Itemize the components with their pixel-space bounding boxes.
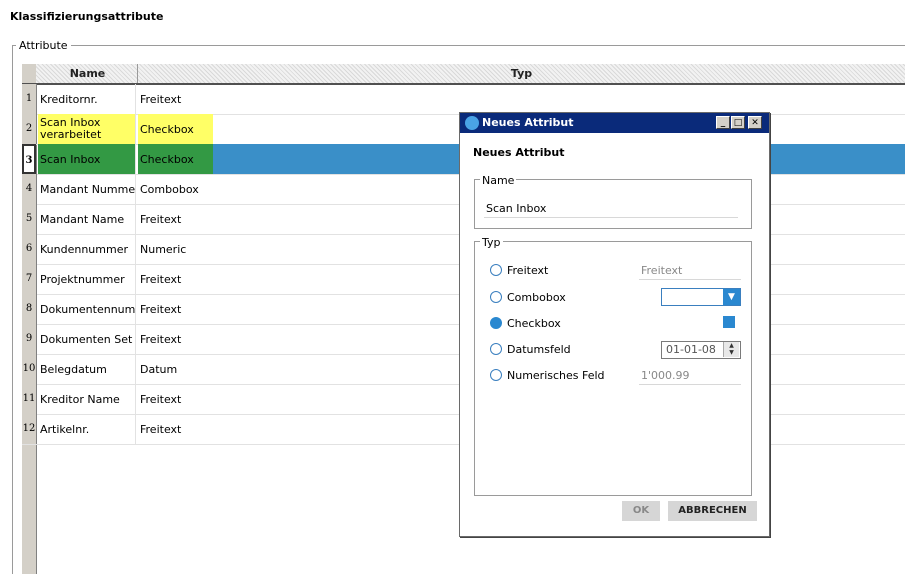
row-name: Scan Inbox verarbeitet bbox=[38, 114, 136, 144]
row-number: 6 bbox=[22, 234, 37, 264]
table-row[interactable]: 1 Kreditornr. Freitext bbox=[22, 84, 905, 115]
row-type: Datum bbox=[140, 362, 178, 376]
row-type: Combobox bbox=[140, 182, 199, 196]
preview-underline bbox=[639, 279, 741, 280]
close-icon[interactable]: ✕ bbox=[748, 116, 762, 129]
preview-underline bbox=[639, 384, 741, 385]
row-name: Belegdatum bbox=[38, 354, 136, 384]
ok-button[interactable]: OK bbox=[622, 501, 660, 521]
dialog-heading: Neues Attribut bbox=[473, 146, 565, 159]
checkbox-preview[interactable] bbox=[723, 316, 735, 328]
row-name: Mandant Nummer bbox=[38, 174, 136, 204]
new-attribute-dialog: Neues Attribut _ □ ✕ Neues Attribut Name… bbox=[459, 112, 770, 537]
page-title: Klassifizierungsattribute bbox=[10, 10, 164, 23]
row-type: Freitext bbox=[140, 332, 182, 346]
attribute-group-label: Attribute bbox=[16, 39, 71, 52]
row-number: 12 bbox=[22, 414, 37, 444]
dialog-window-title: Neues Attribut bbox=[482, 116, 574, 129]
row-name: Dokumentennum... bbox=[38, 294, 136, 324]
row-number: 5 bbox=[22, 204, 37, 234]
name-group-label: Name bbox=[480, 174, 517, 187]
app-logo-icon bbox=[465, 116, 479, 130]
row-type: Freitext bbox=[140, 422, 182, 436]
option-label-numerisches-feld: Numerisches Feld bbox=[507, 369, 605, 382]
radio-combobox[interactable] bbox=[490, 291, 502, 303]
cancel-button[interactable]: ABBRECHEN bbox=[668, 501, 757, 521]
option-label-checkbox: Checkbox bbox=[507, 317, 561, 330]
spinner-icon[interactable]: ▲ ▼ bbox=[723, 342, 739, 357]
name-input[interactable]: Scan Inbox bbox=[486, 202, 546, 215]
option-label-freitext: Freitext bbox=[507, 264, 549, 277]
row-type: Freitext bbox=[140, 212, 182, 226]
column-header-name[interactable]: Name bbox=[38, 64, 138, 83]
name-input-underline bbox=[484, 217, 738, 218]
date-preview-value: 01-01-08 bbox=[666, 343, 716, 356]
row-number: 3 bbox=[22, 144, 36, 174]
row-name: Mandant Name bbox=[38, 204, 136, 234]
row-name: Kreditor Name bbox=[38, 384, 136, 414]
preview-freitext: Freitext bbox=[641, 264, 683, 277]
header-corner bbox=[22, 64, 36, 83]
row-number: 1 bbox=[22, 84, 37, 114]
row-type: Checkbox bbox=[138, 144, 213, 174]
row-name: Artikelnr. bbox=[38, 414, 136, 444]
row-number: 11 bbox=[22, 384, 37, 414]
row-type: Freitext bbox=[140, 302, 182, 316]
row-number: 4 bbox=[22, 174, 37, 204]
row-number: 9 bbox=[22, 324, 37, 354]
row-type: Freitext bbox=[140, 272, 182, 286]
type-group-label: Typ bbox=[480, 236, 503, 249]
row-type: Freitext bbox=[140, 392, 182, 406]
row-name: Scan Inbox bbox=[38, 144, 136, 174]
radio-numerisches-feld[interactable] bbox=[490, 369, 502, 381]
row-type: Checkbox bbox=[138, 114, 213, 144]
row-number: 7 bbox=[22, 264, 37, 294]
row-name: Kreditornr. bbox=[38, 84, 136, 114]
maximize-icon[interactable]: □ bbox=[731, 116, 745, 129]
radio-freitext[interactable] bbox=[490, 264, 502, 276]
row-type: Freitext bbox=[140, 92, 182, 106]
column-header-typ[interactable]: Typ bbox=[138, 64, 905, 83]
row-name: Projektnummer bbox=[38, 264, 136, 294]
group-border-top bbox=[12, 45, 905, 46]
preview-numeric: 1'000.99 bbox=[641, 369, 690, 382]
row-number: 8 bbox=[22, 294, 37, 324]
row-type: Numeric bbox=[140, 242, 187, 256]
radio-checkbox[interactable] bbox=[490, 317, 502, 329]
row-number: 10 bbox=[22, 354, 37, 384]
option-label-datumsfeld: Datumsfeld bbox=[507, 343, 571, 356]
option-label-combobox: Combobox bbox=[507, 291, 566, 304]
dialog-title-bar[interactable]: Neues Attribut _ □ ✕ bbox=[460, 113, 769, 133]
row-number: 2 bbox=[22, 114, 37, 144]
chevron-down-icon[interactable]: ▼ bbox=[723, 289, 740, 305]
row-name: Kundennummer bbox=[38, 234, 136, 264]
radio-datumsfeld[interactable] bbox=[490, 343, 502, 355]
row-name: Dokumenten Set ID bbox=[38, 324, 136, 354]
minimize-icon[interactable]: _ bbox=[716, 116, 730, 129]
group-border-left bbox=[12, 45, 13, 574]
